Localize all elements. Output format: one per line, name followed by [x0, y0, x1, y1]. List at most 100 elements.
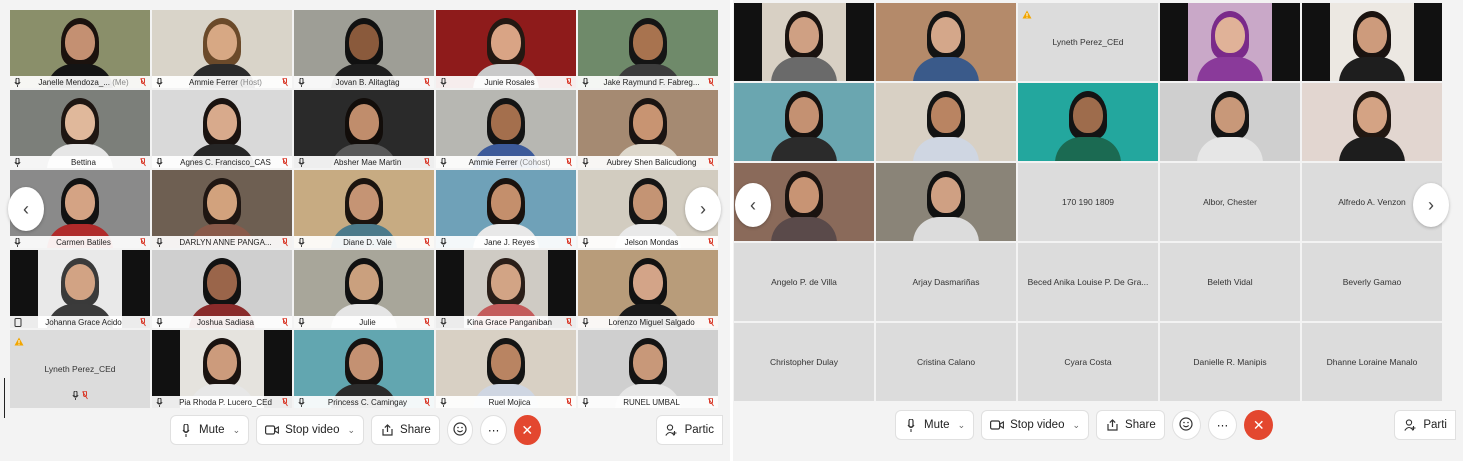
participant-tile[interactable]: Lorenzo Miguel Salgado — [578, 250, 718, 328]
participant-tile[interactable]: Ammie Ferrer (Cohost) — [436, 90, 576, 168]
participant-tile[interactable]: Danielle R. Manipis — [1160, 323, 1300, 401]
next-page-button[interactable]: › — [1413, 183, 1449, 227]
participant-tile[interactable]: Jovan B. Alitagtag — [294, 10, 434, 88]
participant-tile[interactable]: Albor, Chester — [1160, 163, 1300, 241]
more-icon: ⋯ — [487, 425, 500, 437]
participant-tile[interactable]: Ammie Ferrer (Host) — [152, 10, 292, 88]
participant-tile[interactable]: Princess C. Camingay — [294, 330, 434, 408]
participant-video-figure — [45, 256, 115, 328]
participant-tile[interactable] — [734, 3, 874, 81]
share-button[interactable]: Share — [1096, 410, 1165, 440]
participant-name-bar: Johanna Grace Acido — [10, 316, 150, 328]
microphone-muted-icon — [282, 237, 288, 247]
stop-video-button[interactable]: Stop video ⌄ — [256, 415, 365, 445]
participant-tile[interactable]: Lyneth Perez_CEd — [1018, 3, 1158, 81]
participant-video-figure — [911, 9, 981, 81]
participant-tile[interactable]: RUNEL UMBAL — [578, 330, 718, 408]
phone-icon — [14, 317, 23, 327]
prev-page-button[interactable]: ‹ — [8, 187, 44, 231]
participant-tile[interactable]: Jake Raymund F. Fabreg... — [578, 10, 718, 88]
participant-tile[interactable]: Beverly Gamao — [1302, 243, 1442, 321]
prev-page-button[interactable]: ‹ — [735, 183, 771, 227]
microphone-muted-icon — [566, 237, 572, 247]
participant-tile[interactable]: Cyara Costa — [1018, 323, 1158, 401]
reactions-button[interactable] — [446, 415, 474, 445]
microphone-muted-icon — [566, 157, 572, 167]
participant-name-bar: Joshua Sadiasa — [152, 316, 292, 328]
microphone-icon — [14, 157, 23, 167]
participant-tile[interactable]: Cristina Calano — [876, 323, 1016, 401]
participant-tile[interactable]: Pia Rhoda P. Lucero_CEd — [152, 330, 292, 408]
participant-name-bar: Kina Grace Panganiban — [436, 316, 576, 328]
participant-tile[interactable]: Kina Grace Panganiban — [436, 250, 576, 328]
participant-tile[interactable] — [1160, 3, 1300, 81]
participant-name-bar: Junie Rosales — [436, 76, 576, 88]
microphone-icon — [582, 237, 591, 247]
participant-tile[interactable]: Johanna Grace Acido — [10, 250, 150, 328]
participant-tile[interactable]: Joshua Sadiasa — [152, 250, 292, 328]
participant-tile[interactable] — [1302, 3, 1442, 81]
participant-tile[interactable] — [876, 163, 1016, 241]
chevron-down-icon[interactable]: ⌄ — [958, 420, 966, 431]
participant-name: Beleth Vidal — [1207, 277, 1253, 287]
chevron-down-icon[interactable]: ⌄ — [233, 425, 241, 436]
participant-video-figure — [329, 336, 399, 408]
participant-name: Beverly Gamao — [1342, 277, 1402, 287]
participant-tile[interactable]: Diane D. Vale — [294, 170, 434, 248]
participant-video-figure — [45, 96, 115, 168]
participant-name: Danielle R. Manipis — [1193, 357, 1267, 367]
share-button[interactable]: Share — [371, 415, 440, 445]
participants-button[interactable]: Partic — [655, 415, 723, 445]
participant-tile[interactable]: Junie Rosales — [436, 10, 576, 88]
mute-button[interactable]: Mute ⌄ — [170, 415, 250, 445]
next-page-button[interactable]: › — [685, 187, 721, 231]
participant-name-bar: Princess C. Camingay — [294, 396, 434, 408]
participant-tile[interactable] — [876, 3, 1016, 81]
participant-tile[interactable]: Dhanne Loraine Manalo — [1302, 323, 1442, 401]
end-call-button[interactable]: ✕ — [513, 415, 541, 445]
participant-tile[interactable]: DARLYN ANNE PANGA... — [152, 170, 292, 248]
reactions-button[interactable] — [1171, 410, 1201, 440]
chevron-down-icon[interactable]: ⌄ — [347, 425, 355, 436]
participant-tile[interactable]: Angelo P. de Villa — [734, 243, 874, 321]
end-call-button[interactable]: ✕ — [1244, 410, 1274, 440]
participant-tile[interactable] — [734, 83, 874, 161]
participant-tile[interactable] — [876, 83, 1016, 161]
participant-tile[interactable]: Jane J. Reyes — [436, 170, 576, 248]
participant-tile[interactable]: Beced Anika Louise P. De Gra... — [1018, 243, 1158, 321]
participant-tile[interactable]: Janelle Mendoza_... (Me) — [10, 10, 150, 88]
participant-tile[interactable]: Agnes C. Francisco_CAS — [152, 90, 292, 168]
participant-tile[interactable]: Lyneth Perez_CEd — [10, 330, 150, 408]
participant-tile[interactable]: Aubrey Shen Balicudiong — [578, 90, 718, 168]
microphone-icon — [440, 237, 449, 247]
participant-tile[interactable] — [1302, 83, 1442, 161]
participant-tile[interactable]: Ruel Mojica — [436, 330, 576, 408]
participant-tile[interactable]: Christopher Dulay — [734, 323, 874, 401]
participant-video-figure — [187, 16, 257, 88]
microphone-muted-icon — [424, 317, 430, 327]
participant-tile[interactable] — [1160, 83, 1300, 161]
participants-button[interactable]: Parti — [1394, 410, 1456, 440]
chevron-left-icon: ‹ — [23, 198, 29, 219]
microphone-muted-icon — [140, 77, 146, 87]
participant-video-figure — [769, 89, 839, 161]
participant-tile[interactable]: Absher Mae Martin — [294, 90, 434, 168]
participant-tile[interactable]: Arjay Dasmariñas — [876, 243, 1016, 321]
microphone-icon — [298, 237, 307, 247]
participant-tile[interactable]: 170 190 1809 — [1018, 163, 1158, 241]
emoji-icon — [1179, 416, 1193, 434]
more-button[interactable]: ⋯ — [1207, 410, 1238, 440]
mute-button[interactable]: Mute ⌄ — [895, 410, 975, 440]
stop-video-button[interactable]: Stop video ⌄ — [981, 410, 1090, 440]
chevron-down-icon[interactable]: ⌄ — [1072, 420, 1080, 431]
microphone-icon — [298, 77, 307, 87]
participant-tile[interactable]: Julie — [294, 250, 434, 328]
microphone-icon — [440, 397, 449, 407]
participant-name-bar: Agnes C. Francisco_CAS — [152, 156, 292, 168]
microphone-muted-icon — [282, 317, 288, 327]
participant-tile[interactable]: Bettina — [10, 90, 150, 168]
participant-tile[interactable]: Beleth Vidal — [1160, 243, 1300, 321]
participant-tile[interactable] — [1018, 83, 1158, 161]
more-button[interactable]: ⋯ — [480, 415, 507, 445]
participant-name-bar: Julie — [294, 316, 434, 328]
